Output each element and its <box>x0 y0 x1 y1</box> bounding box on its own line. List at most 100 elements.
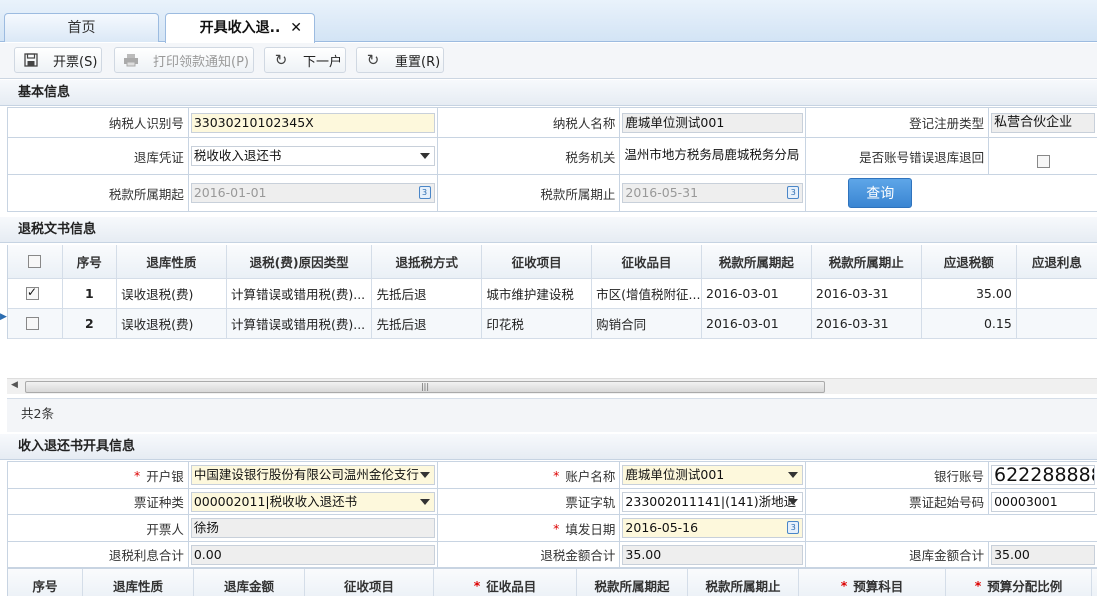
fill-date-value: 2016-05-16 <box>625 520 699 535</box>
col-header: 征收品目 <box>486 579 537 594</box>
next-household-label: 下一户 <box>303 54 343 70</box>
col-header: 税款所属期起 <box>702 245 812 278</box>
account-name-value: 鹿城单位测试001 <box>625 467 725 482</box>
scroll-left-icon[interactable]: ◀ <box>11 380 18 390</box>
row-no: 2 <box>63 309 118 338</box>
ticket-type-value: 000002011|税收收入退还书 <box>193 493 358 509</box>
scrollbar-thumb[interactable]: ||| <box>25 381 825 393</box>
bank-label: 开户银 <box>146 468 184 484</box>
ticket-track-value: 233002011141|(141)浙地退 <box>625 493 797 509</box>
col-header: 税款所属期止 <box>688 569 799 596</box>
interest-total-label: 退税利息合计 <box>8 542 189 567</box>
col-header: 序号 <box>8 569 83 596</box>
col-header: 征收项目 <box>305 569 434 596</box>
refund-voucher-label: 退库凭证 <box>8 138 189 174</box>
period-start-input[interactable]: 2016-01-01 3 <box>190 183 435 203</box>
period-end-input[interactable]: 2016-05-31 3 <box>622 183 804 203</box>
calendar-icon[interactable]: 3 <box>787 186 800 199</box>
issuer-field: 徐扬 <box>190 518 435 538</box>
col-header: 应退税额 <box>922 245 1017 278</box>
account-name-label: 账户名称 <box>565 468 616 484</box>
col-header: 退抵税方式 <box>372 245 483 278</box>
table-row[interactable]: 1 误收退税(费) 计算错误或错用税(费)... 先抵后退 城市维护建设税 市区… <box>8 279 1097 309</box>
refund-docs-header: 退税文书信息 <box>0 217 1097 243</box>
select-all-cell <box>8 245 63 278</box>
next-household-button[interactable]: ↻ 下一户 <box>264 47 346 73</box>
col-header: 应退利息 <box>1031 255 1082 270</box>
row-interest <box>1017 279 1097 308</box>
reg-type-field: 私营合伙企业 <box>991 112 1095 133</box>
tax-office-field: 温州市地方税务局鹿城税务分局 <box>624 147 800 162</box>
row-nature: 误收退税(费) <box>117 309 227 338</box>
taxpayer-name-label: 纳税人名称 <box>438 108 621 137</box>
bank-select[interactable]: 中国建设银行股份有限公司温州金伦支行 <box>190 465 435 485</box>
ticket-track-select[interactable]: 233002011141|(141)浙地退 <box>622 491 804 512</box>
table-row[interactable]: 2 误收退税(费) 计算错误或错用税(费)... 先抵后退 印花税 购销合同 2… <box>8 309 1097 339</box>
issue-button[interactable]: 开票(S) <box>14 47 102 73</box>
row-method: 先抵后退 <box>372 279 483 308</box>
ticket-type-select[interactable]: 000002011|税收收入退还书 <box>190 491 435 512</box>
calendar-icon[interactable]: 3 <box>787 521 800 534</box>
treasury-total-label: 退库金额合计 <box>806 542 990 567</box>
calendar-icon[interactable]: 3 <box>418 186 431 199</box>
fill-date-input[interactable]: 2016-05-16 3 <box>622 518 804 538</box>
row-start: 2016-03-01 <box>702 279 812 308</box>
tab-issue-refund-label: 开具收入退.. <box>199 20 281 36</box>
reset-button[interactable]: ↻ 重置(R) <box>356 47 444 73</box>
issue-button-label: 开票(S) <box>53 54 98 70</box>
ticket-type-label: 票证种类 <box>8 489 189 514</box>
col-header: 征收项目 <box>482 245 593 278</box>
issue-detail-table: 序号 退库性质 退库金额 征收项目 * 征收品目 税款所属期起 税款所属期止 * 预… <box>7 568 1097 596</box>
chevron-down-icon <box>788 472 799 478</box>
horizontal-scrollbar[interactable]: ◀ ||| <box>7 378 1097 394</box>
table-footer: 共2条 <box>7 398 1097 432</box>
printer-icon <box>123 52 139 68</box>
tab-home[interactable]: 首页 <box>4 13 159 42</box>
ticket-start-field[interactable]: 00003001 <box>991 491 1095 512</box>
query-button[interactable]: 查询 <box>848 178 913 208</box>
row-item: 城市维护建设税 <box>482 279 593 308</box>
row-checkbox[interactable] <box>26 317 39 330</box>
row-checkbox[interactable] <box>26 285 39 300</box>
refund-voucher-value: 税收收入退还书 <box>193 148 282 163</box>
issue-info-form: * 开户银 中国建设银行股份有限公司温州金伦支行 * 账户名称 鹿城单位测试001 … <box>7 461 1097 568</box>
table-header-row: 序号 退库性质 退库金额 征收项目 * 征收品目 税款所属期起 税款所属期止 * 预… <box>8 569 1097 596</box>
taxpayer-id-input[interactable]: 33030210102345X <box>190 112 435 133</box>
row-amount: 35.00 <box>922 279 1017 308</box>
taxpayer-name-field: 鹿城单位测试001 <box>622 112 804 133</box>
table-header-row: 序号 退库性质 退税(费)原因类型 退抵税方式 征收项目 征收品目 税款所属期起… <box>8 245 1097 279</box>
basic-info-form: 纳税人识别号 33030210102345X 纳税人名称 鹿城单位测试001 登… <box>7 107 1097 212</box>
row-end: 2016-03-31 <box>812 279 922 308</box>
row-reason: 计算错误或错用税(费)... <box>227 279 373 308</box>
ticket-start-label: 票证起始号码 <box>806 489 990 514</box>
account-name-select[interactable]: 鹿城单位测试001 <box>622 465 804 485</box>
col-header: 退税(费)原因类型 <box>227 245 373 278</box>
refresh-icon: ↻ <box>274 51 288 69</box>
wrong-account-checkbox[interactable] <box>1036 154 1050 168</box>
row-method: 先抵后退 <box>372 309 483 338</box>
refund-total-field: 35.00 <box>622 544 804 565</box>
print-notice-button[interactable]: 打印领款通知(P) <box>114 47 254 73</box>
close-icon[interactable]: ✕ <box>290 14 302 42</box>
col-header: 退库性质 <box>117 245 227 278</box>
reset-button-label: 重置(R) <box>395 54 441 70</box>
wrong-account-label: 是否账号错误退库退回 <box>806 138 990 174</box>
issue-info-header: 收入退还书开具信息 <box>0 434 1097 460</box>
row-subitem: 市区(增值税附征... <box>592 279 703 308</box>
refund-voucher-select[interactable]: 税收收入退还书 <box>190 146 435 166</box>
row-amount: 0.15 <box>922 309 1017 338</box>
refund-total-label: 退税金额合计 <box>438 542 621 567</box>
collapse-arrow-icon[interactable]: ▶ <box>0 312 7 322</box>
interest-total-field: 0.00 <box>190 544 435 565</box>
account-no-field[interactable]: 62228888888 <box>991 465 1095 485</box>
row-no: 1 <box>63 279 118 308</box>
col-header: 退库性质 <box>83 569 194 596</box>
row-reason: 计算错误或错用税(费)... <box>227 309 373 338</box>
col-header: 预算分配比例 <box>987 579 1063 594</box>
select-all-checkbox[interactable] <box>28 255 42 268</box>
tab-issue-refund[interactable]: 开具收入退.. ✕ <box>165 13 315 43</box>
col-header: 退库金额 <box>194 569 305 596</box>
account-no-label: 银行账号 <box>806 462 989 488</box>
period-end-value: 2016-05-31 <box>625 185 699 200</box>
bank-value: 中国建设银行股份有限公司温州金伦支行 <box>193 467 419 482</box>
